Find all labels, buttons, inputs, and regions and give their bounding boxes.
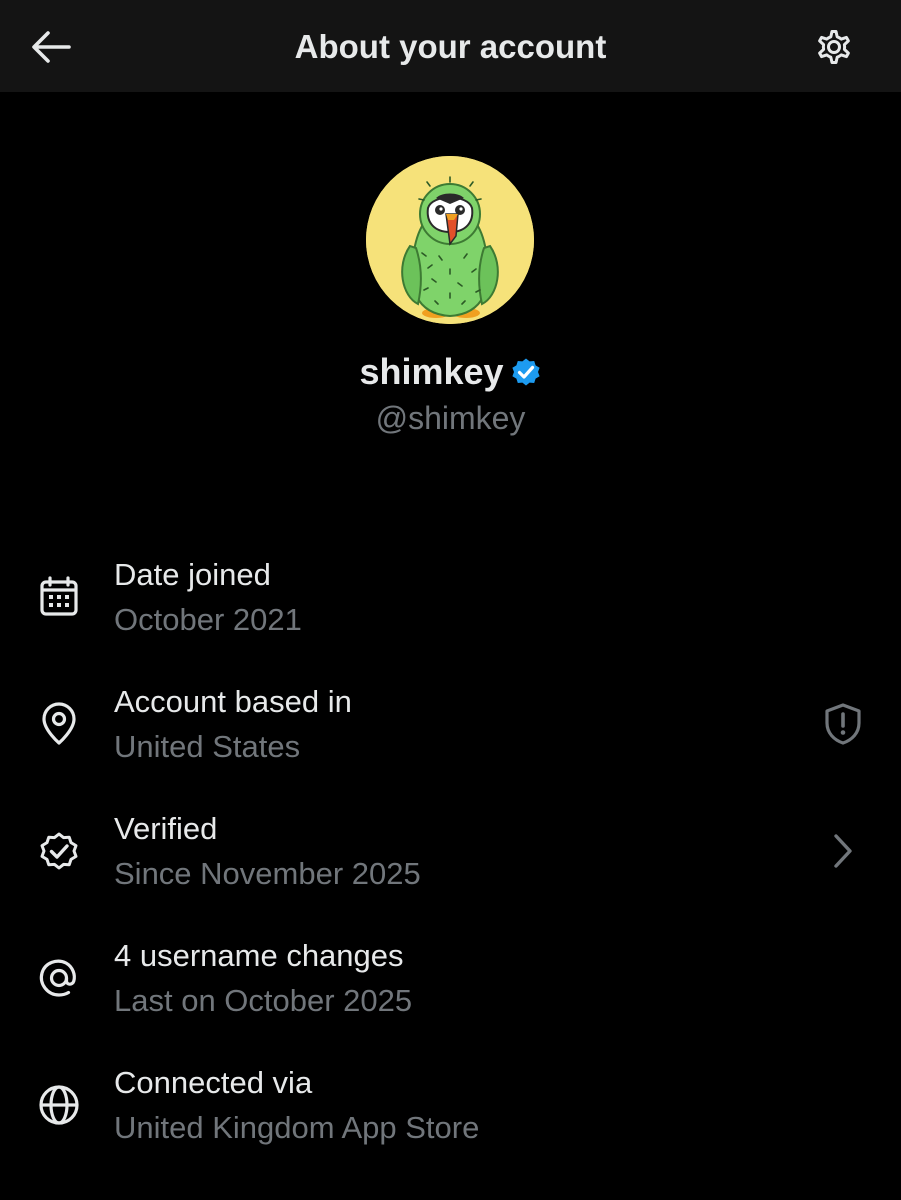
settings-button[interactable] [808,22,860,72]
at-sign-icon [36,955,82,1001]
location-pin-icon [36,701,82,747]
shield-alert-icon[interactable] [818,699,868,749]
connected-via-value: United Kingdom App Store [114,1110,480,1145]
account-based-in-value: United States [114,729,301,764]
arrow-left-icon [32,31,71,63]
puffin-cactus-avatar [366,156,534,324]
username-changes-label: 4 username changes [114,938,404,973]
verified-badge-icon[interactable] [510,352,542,400]
verified-label: Verified [114,811,218,846]
date-joined-value: October 2021 [114,602,302,637]
info-row-account-based-in: Account based in United States [0,679,901,789]
gear-icon [818,30,850,64]
username-changes-value: Last on October 2025 [114,983,413,1018]
display-name: shimkey [359,351,504,392]
display-name-row: shimkey [0,348,901,400]
date-joined-label: Date joined [114,557,271,592]
top-bar [0,0,901,92]
info-row-verified[interactable]: Verified Since November 2025 [0,806,901,916]
handle: @shimkey [375,400,526,436]
connected-via-label: Connected via [114,1065,313,1100]
globe-icon [36,1082,82,1128]
calendar-icon [36,574,82,620]
verified-value: Since November 2025 [114,856,421,891]
back-button[interactable] [26,22,76,72]
info-row-username-changes: 4 username changes Last on October 2025 [0,933,901,1043]
info-row-date-joined: Date joined October 2021 [0,552,901,662]
verified-check-icon [36,828,82,874]
account-based-in-label: Account based in [114,684,352,719]
chevron-right-icon[interactable] [818,826,868,876]
avatar[interactable] [366,156,534,324]
info-row-connected-via: Connected via United Kingdom App Store [0,1060,901,1170]
